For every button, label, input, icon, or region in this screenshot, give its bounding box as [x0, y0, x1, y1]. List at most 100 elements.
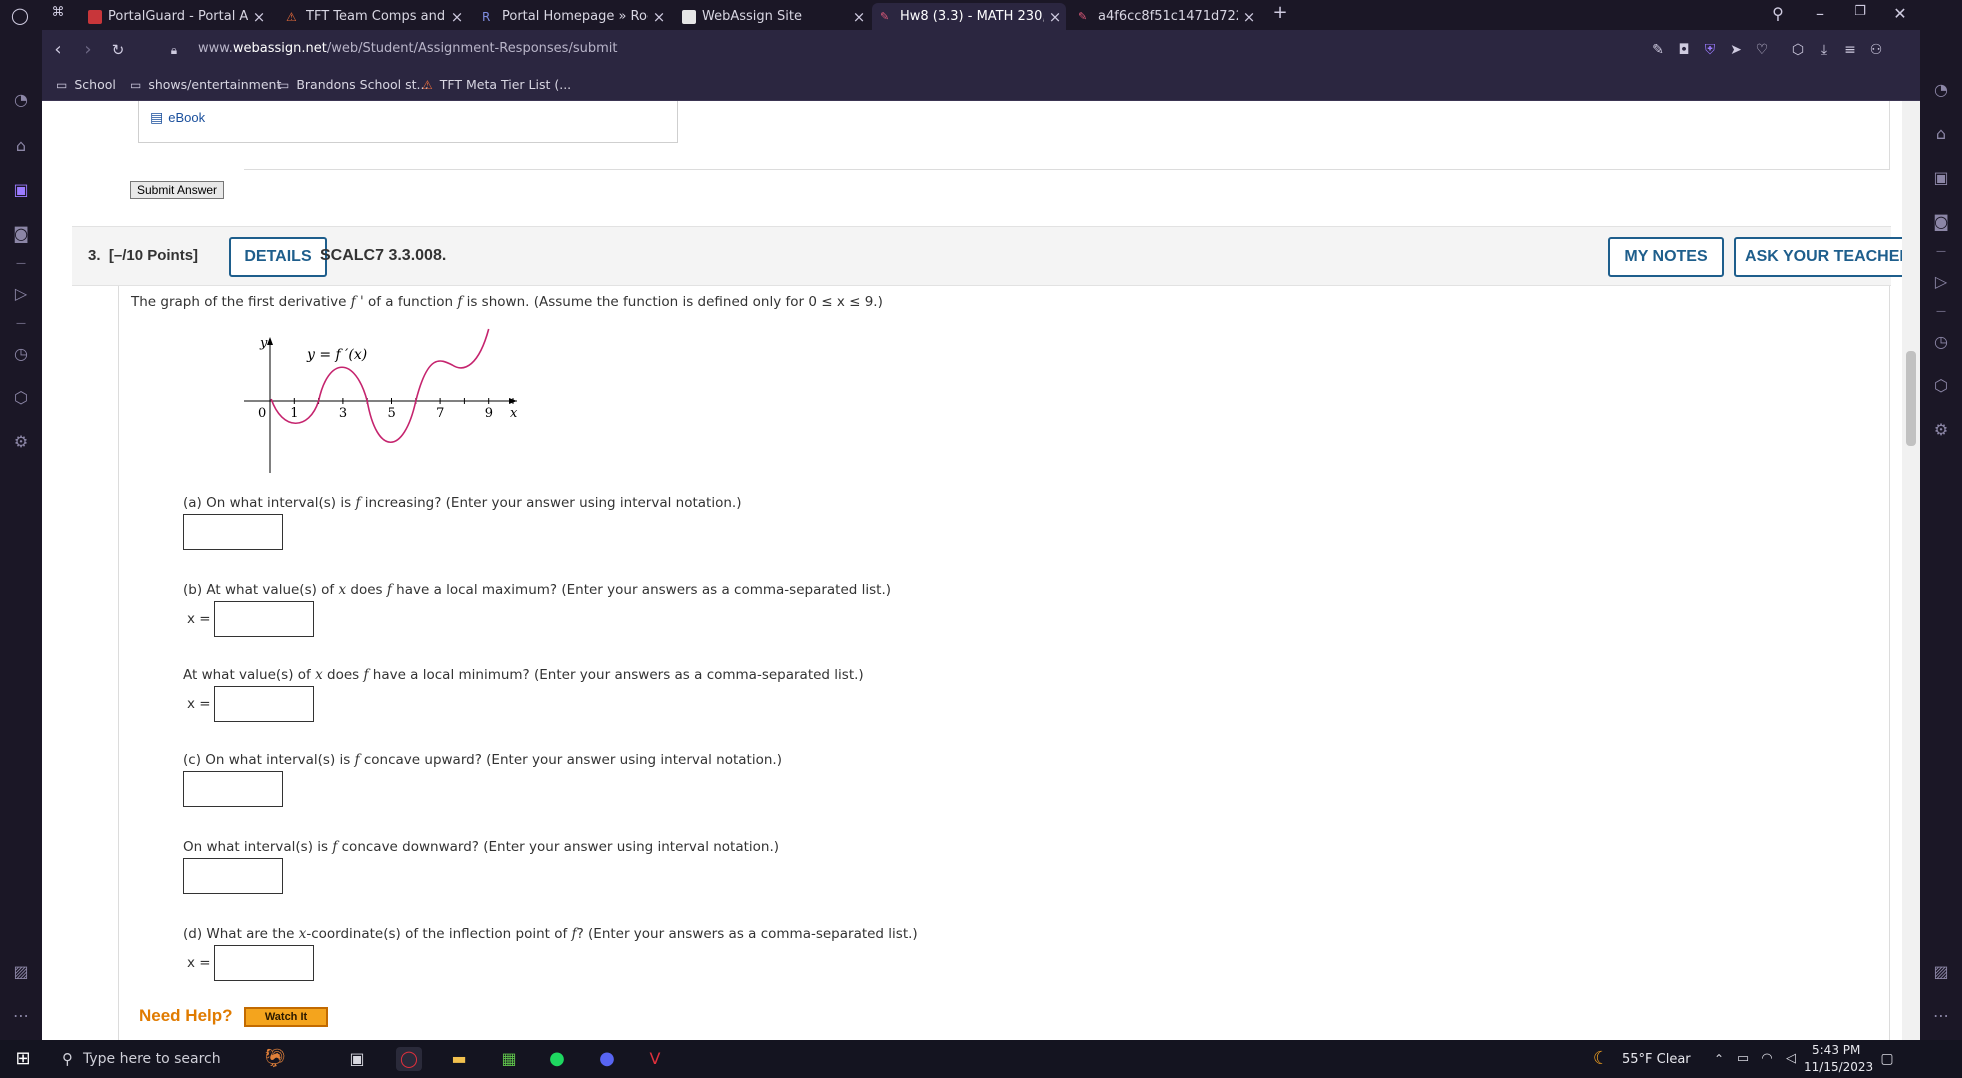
gx-corner-icon[interactable]: ⌂: [1929, 122, 1953, 146]
ebook-link[interactable]: ▤ eBook: [150, 109, 205, 126]
gallery-icon[interactable]: ▨: [9, 960, 33, 984]
prompt-text: have a local maximum? (Enter your answer…: [391, 582, 892, 598]
tab-portalguard[interactable]: PortalGuard - Portal Access ×: [80, 3, 270, 30]
new-tab-icon[interactable]: +: [1266, 2, 1294, 23]
settings-icon[interactable]: ⚙: [1929, 418, 1953, 442]
shield-icon[interactable]: ⛨: [1700, 40, 1720, 60]
workspaces-icon[interactable]: ⌘: [44, 5, 72, 20]
close-tab-icon[interactable]: ×: [446, 8, 468, 26]
display-icon[interactable]: ▭: [1730, 1047, 1756, 1071]
close-tab-icon[interactable]: ×: [1238, 8, 1260, 26]
close-tab-icon[interactable]: ×: [1044, 8, 1066, 26]
profile-icon[interactable]: ⚇: [1866, 40, 1886, 60]
close-window-icon[interactable]: ✕: [1886, 4, 1914, 23]
my-notes-button[interactable]: MY NOTES: [1608, 237, 1724, 277]
tick-label: 5: [388, 406, 396, 421]
wifi-icon[interactable]: ◠: [1754, 1047, 1780, 1071]
windows-taskbar: ⊞ ⚲ Type here to search 🦃︎ ▣ ◯ ▬ ▦ ● ● V…: [0, 1040, 1962, 1078]
taskbar-search[interactable]: ⚲ Type here to search: [48, 1040, 248, 1078]
speed-dial-icon[interactable]: ◔: [1929, 78, 1953, 102]
instagram-icon[interactable]: ◙: [1929, 210, 1953, 234]
scrollbar-thumb[interactable]: [1906, 351, 1916, 446]
edit-icon[interactable]: ✎: [1648, 40, 1668, 60]
chevron-up-icon[interactable]: ⌃: [1706, 1047, 1732, 1071]
opera-menu-icon[interactable]: ◯: [6, 6, 34, 25]
folder-icon: ▭: [278, 77, 290, 92]
close-tab-icon[interactable]: ×: [648, 8, 670, 26]
clock-time[interactable]: 5:43 PM: [1812, 1043, 1860, 1057]
opera-gx-icon[interactable]: ◯: [396, 1047, 422, 1071]
extensions-icon[interactable]: ⬡: [9, 386, 33, 410]
tab-webassign-site[interactable]: WebAssign Site ×: [674, 3, 870, 30]
page-scrollbar[interactable]: [1902, 101, 1920, 1040]
valorant-icon[interactable]: V: [642, 1047, 668, 1071]
history-icon[interactable]: ◷: [1929, 330, 1953, 354]
settings-icon[interactable]: ⚙: [9, 430, 33, 454]
clock-date[interactable]: 11/15/2023: [1804, 1060, 1873, 1074]
part-a-answer-field[interactable]: [183, 514, 283, 550]
notifications-icon[interactable]: ▢: [1874, 1047, 1900, 1071]
tab-portal-homepage[interactable]: R Portal Homepage » Rockfo ×: [474, 3, 670, 30]
details-button[interactable]: DETAILS: [229, 237, 327, 277]
reload-icon[interactable]: ↻: [106, 38, 130, 62]
player-icon[interactable]: ▷: [1929, 270, 1953, 294]
tab-hash[interactable]: ✎ a4f6cc8f51c1471d7221eae ×: [1070, 3, 1260, 30]
send-icon[interactable]: ➤: [1726, 40, 1746, 60]
minimize-icon[interactable]: –: [1806, 4, 1834, 23]
minecraft-icon[interactable]: ▦: [496, 1047, 522, 1071]
weather-icon[interactable]: ☾: [1588, 1047, 1614, 1071]
twitch-icon[interactable]: ▣: [9, 178, 33, 202]
bookmark-shows[interactable]: ▭ shows/entertainment: [130, 77, 281, 92]
discord-icon[interactable]: ●: [594, 1047, 620, 1071]
weather-text[interactable]: 55°F Clear: [1622, 1052, 1691, 1067]
easy-setup-icon[interactable]: ≡: [1840, 40, 1860, 60]
part-d-answer-field[interactable]: [214, 945, 314, 981]
prompt-text: On what interval(s) is: [183, 839, 333, 855]
task-view-icon[interactable]: ▣: [344, 1047, 370, 1071]
part-b-max-answer-field[interactable]: [214, 601, 314, 637]
close-tab-icon[interactable]: ×: [848, 8, 870, 26]
ask-your-teacher-button[interactable]: ASK YOUR TEACHER: [1734, 237, 1920, 277]
file-explorer-icon[interactable]: ▬: [446, 1047, 472, 1071]
part-b-min-answer-field[interactable]: [214, 686, 314, 722]
instagram-icon[interactable]: ◙: [9, 222, 33, 246]
sidebar-divider: —: [1936, 306, 1946, 317]
windows-start-icon[interactable]: ⊞: [10, 1047, 36, 1071]
url-field[interactable]: www.webassign.net/web/Student/Assignment…: [198, 41, 617, 56]
speed-dial-icon[interactable]: ◔: [9, 88, 33, 112]
bookmark-tft-meta[interactable]: ⚠ TFT Meta Tier List (...: [422, 77, 571, 92]
submit-answer-button[interactable]: Submit Answer: [130, 181, 225, 199]
tab-hw8[interactable]: ✎ Hw8 (3.3) - MATH 230, sect ×: [872, 3, 1066, 30]
gx-corner-icon[interactable]: ⌂: [9, 134, 33, 158]
part-c-up-answer-field[interactable]: [183, 771, 283, 807]
twitch-icon[interactable]: ▣: [1929, 166, 1953, 190]
back-icon[interactable]: ‹: [46, 38, 70, 62]
volume-icon[interactable]: ◁: [1778, 1047, 1804, 1071]
history-icon[interactable]: ◷: [9, 342, 33, 366]
prompt-text: is shown. (Assume the function is define…: [462, 294, 883, 310]
extensions-icon[interactable]: ⬡: [1929, 374, 1953, 398]
search-tabs-icon[interactable]: ⚲: [1764, 4, 1792, 23]
restore-icon[interactable]: ❐: [1846, 4, 1874, 19]
part-c-down-answer-field[interactable]: [183, 858, 283, 894]
more-icon[interactable]: ⋯: [9, 1004, 33, 1028]
player-icon[interactable]: ▷: [9, 282, 33, 306]
rockford-favicon-icon: R: [482, 9, 491, 24]
spotify-icon[interactable]: ●: [544, 1047, 570, 1071]
bookmark-brandons[interactable]: ▭ Brandons School st...: [278, 77, 428, 92]
camera-icon[interactable]: ◘: [1674, 40, 1694, 60]
watch-it-button[interactable]: Watch It: [244, 1007, 328, 1027]
part-d-prompt: (d) What are the x-coordinate(s) of the …: [183, 926, 918, 942]
heart-icon[interactable]: ♡: [1752, 40, 1772, 60]
prompt-text: have a local minimum? (Enter your answer…: [368, 667, 864, 683]
cube-icon[interactable]: ⬡: [1788, 40, 1808, 60]
prompt-text: ? (Enter your answers as a comma-separat…: [576, 926, 918, 942]
close-tab-icon[interactable]: ×: [248, 8, 270, 26]
tab-tft-comps[interactable]: ⚠ TFT Team Comps and Data ×: [278, 3, 468, 30]
gallery-icon[interactable]: ▨: [1929, 960, 1953, 984]
more-icon[interactable]: ⋯: [1929, 1004, 1953, 1028]
bookmark-school[interactable]: ▭ School: [56, 77, 116, 92]
forward-icon[interactable]: ›: [76, 38, 100, 62]
question-header: 3. [–/10 Points] DETAILS SCALC7 3.3.008.…: [72, 226, 1920, 286]
download-icon[interactable]: ⤓: [1814, 40, 1834, 60]
